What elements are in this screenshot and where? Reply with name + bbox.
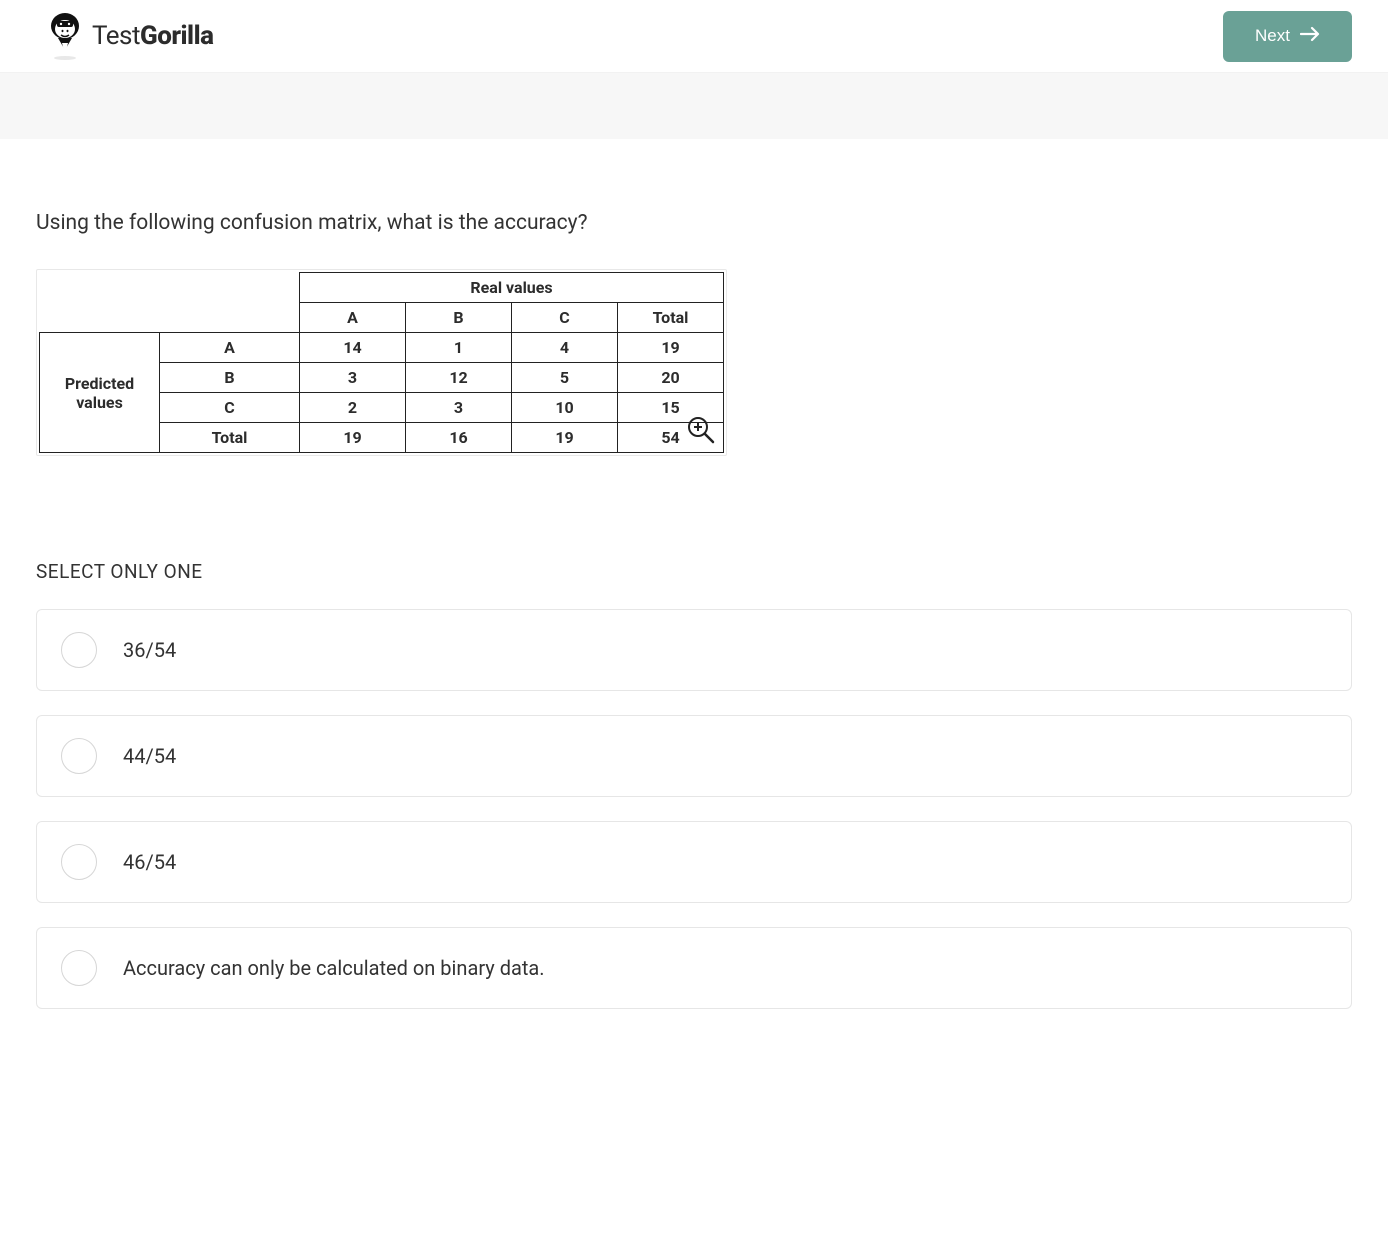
logo-text-bold: Gorilla: [140, 21, 213, 51]
radio-button[interactable]: [61, 632, 97, 668]
col-header-a: A: [300, 303, 406, 333]
gorilla-icon: [48, 10, 82, 62]
cell: 20: [618, 363, 724, 393]
option-text: 36/54: [123, 638, 176, 662]
cell: 19: [300, 423, 406, 453]
cell: 3: [300, 363, 406, 393]
radio-button[interactable]: [61, 844, 97, 880]
col-header-c: C: [512, 303, 618, 333]
col-header-total: Total: [618, 303, 724, 333]
logo: TestGorilla: [48, 10, 213, 62]
radio-button[interactable]: [61, 738, 97, 774]
row-header-b: B: [160, 363, 300, 393]
next-button-label: Next: [1255, 26, 1290, 46]
cell: 19: [618, 333, 724, 363]
radio-button[interactable]: [61, 950, 97, 986]
next-button[interactable]: Next: [1223, 11, 1352, 62]
cell: 1: [406, 333, 512, 363]
answer-option-1[interactable]: 36/54: [36, 609, 1352, 691]
row-header-total: Total: [160, 423, 300, 453]
logo-text: TestGorilla: [92, 21, 213, 51]
col-header-b: B: [406, 303, 512, 333]
row-header-a: A: [160, 333, 300, 363]
cell: 5: [512, 363, 618, 393]
confusion-matrix-image[interactable]: Real values A B C Total Predicted values…: [36, 269, 727, 456]
cell: 16: [406, 423, 512, 453]
option-text: 44/54: [123, 744, 176, 768]
option-text: 46/54: [123, 850, 176, 874]
logo-text-light: Test: [92, 21, 140, 51]
question-text: Using the following confusion matrix, wh…: [36, 211, 1352, 235]
predicted-values-header: Predicted values: [40, 333, 160, 453]
real-values-header: Real values: [300, 273, 724, 303]
zoom-in-icon[interactable]: [686, 415, 716, 445]
cell: 14: [300, 333, 406, 363]
answer-option-4[interactable]: Accuracy can only be calculated on binar…: [36, 927, 1352, 1009]
confusion-matrix-table: Real values A B C Total Predicted values…: [39, 272, 724, 453]
cell: 2: [300, 393, 406, 423]
option-text: Accuracy can only be calculated on binar…: [123, 956, 545, 980]
answer-option-2[interactable]: 44/54: [36, 715, 1352, 797]
cell: 12: [406, 363, 512, 393]
cell: 19: [512, 423, 618, 453]
row-header-c: C: [160, 393, 300, 423]
arrow-right-icon: [1300, 25, 1320, 48]
cell: 3: [406, 393, 512, 423]
cell: 4: [512, 333, 618, 363]
select-only-one-label: SELECT ONLY ONE: [36, 560, 1352, 583]
sub-header-band: [0, 73, 1388, 139]
cell: 10: [512, 393, 618, 423]
answer-option-3[interactable]: 46/54: [36, 821, 1352, 903]
